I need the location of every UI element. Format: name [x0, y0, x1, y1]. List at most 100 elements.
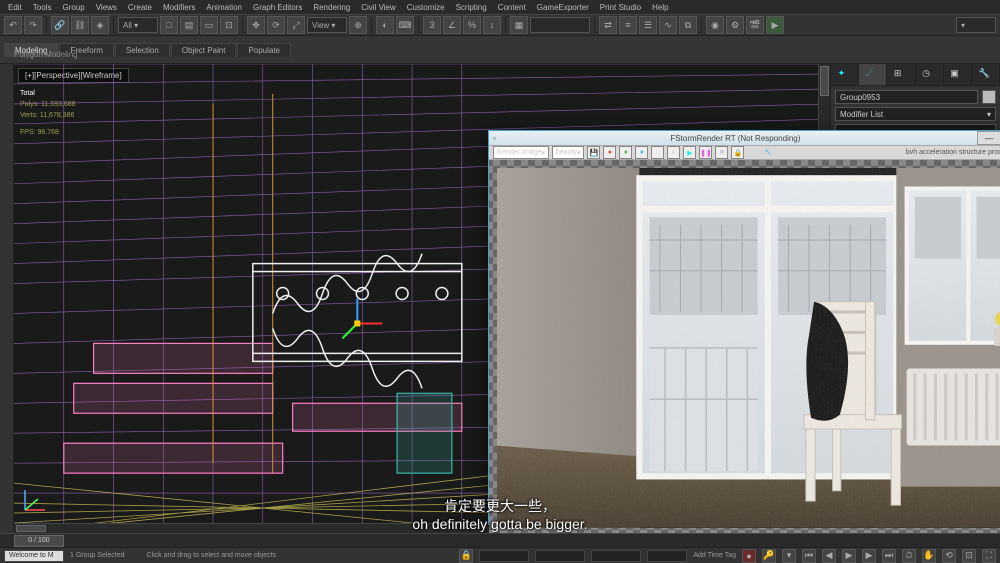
menu-rendering[interactable]: Rendering: [309, 3, 354, 12]
goto-end-button[interactable]: ⏭: [882, 549, 896, 563]
named-sel-button[interactable]: ▦: [510, 16, 528, 34]
link-button[interactable]: 🔗: [51, 16, 69, 34]
layers-button[interactable]: ☰: [639, 16, 657, 34]
workspace-dropdown[interactable]: ▾: [956, 17, 996, 33]
next-frame-button[interactable]: ▶: [862, 549, 876, 563]
render-titlebar[interactable]: ▫ FStormRender RT (Not Responding) — ☐ ✕: [489, 131, 1000, 146]
mirror-button[interactable]: ⇄: [599, 16, 617, 34]
menu-scripting[interactable]: Scripting: [452, 3, 491, 12]
orbit-view-button[interactable]: ⟲: [942, 549, 956, 563]
unlink-button[interactable]: ⛓: [71, 16, 89, 34]
menu-views[interactable]: Views: [92, 3, 121, 12]
render-window[interactable]: ▫ FStormRender RT (Not Responding) — ☐ ✕…: [488, 130, 1000, 525]
render-pass-dropdown[interactable]: beauty ▾: [552, 146, 585, 159]
material-editor-button[interactable]: ◉: [706, 16, 724, 34]
cmd-tab-utilities[interactable]: 🔧: [972, 64, 1000, 85]
play-button[interactable]: ▶: [683, 146, 696, 159]
object-name-field[interactable]: [835, 90, 978, 104]
schematic-button[interactable]: ⧉: [679, 16, 697, 34]
undo-button[interactable]: ↶: [4, 16, 22, 34]
pan-view-button[interactable]: ✋: [922, 549, 936, 563]
prev-frame-button[interactable]: ◀: [822, 549, 836, 563]
modifier-list-dropdown[interactable]: Modifier List▾: [835, 107, 996, 121]
select-manipulate-button[interactable]: ◐: [376, 16, 394, 34]
channel-g-button[interactable]: ●: [619, 146, 632, 159]
render-button[interactable]: ▶: [766, 16, 784, 34]
menu-tools[interactable]: Tools: [29, 3, 56, 12]
menu-civilview[interactable]: Civil View: [357, 3, 400, 12]
coord-x-field[interactable]: [479, 550, 529, 562]
time-slider-handle[interactable]: 0 / 100: [14, 535, 64, 547]
stop-button[interactable]: ■: [715, 146, 728, 159]
pivot-button[interactable]: ⊕: [349, 16, 367, 34]
cmd-tab-motion[interactable]: ◷: [916, 64, 944, 85]
menu-group[interactable]: Group: [58, 3, 88, 12]
coord-y-field[interactable]: [535, 550, 585, 562]
channel-mono-button[interactable]: ◐: [667, 146, 680, 159]
channel-b-button[interactable]: ●: [635, 146, 648, 159]
menu-modifiers[interactable]: Modifiers: [159, 3, 199, 12]
save-image-button[interactable]: 💾: [587, 146, 600, 159]
menu-gameexporter[interactable]: GameExporter: [533, 3, 593, 12]
angle-snap-button[interactable]: ∠: [443, 16, 461, 34]
render-frame-button[interactable]: 🎬: [746, 16, 764, 34]
menu-help[interactable]: Help: [648, 3, 672, 12]
key-filters-button[interactable]: ▾: [782, 549, 796, 563]
channel-a-button[interactable]: ○: [651, 146, 664, 159]
grid-field[interactable]: [647, 550, 687, 562]
menu-content[interactable]: Content: [494, 3, 530, 12]
play-anim-button[interactable]: ▶: [842, 549, 856, 563]
cmd-tab-hierarchy[interactable]: ⊞: [887, 64, 915, 85]
select-name-button[interactable]: ▤: [180, 16, 198, 34]
menu-printstudio[interactable]: Print Studio: [596, 3, 645, 12]
selection-filter-dropdown[interactable]: All ▾: [118, 17, 158, 33]
reference-coord-dropdown[interactable]: View ▾: [307, 17, 347, 33]
move-button[interactable]: ✥: [247, 16, 265, 34]
scale-button[interactable]: ⤢: [287, 16, 305, 34]
time-config-button[interactable]: ⏱: [902, 549, 916, 563]
time-slider[interactable]: 0 / 100: [14, 534, 830, 547]
pause-button[interactable]: ❚❚: [699, 146, 712, 159]
curve-editor-button[interactable]: ∿: [659, 16, 677, 34]
render-mode-dropdown[interactable]: Render Image ▾: [493, 146, 549, 159]
goto-start-button[interactable]: ⏮: [802, 549, 816, 563]
render-window-title: FStormRender RT (Not Responding): [496, 134, 975, 143]
render-setup-button[interactable]: ⚙: [726, 16, 744, 34]
add-time-tag[interactable]: Add Time Tag: [693, 552, 736, 559]
zoom-ext-button[interactable]: ⊡: [962, 549, 976, 563]
ribbon-tab-selection[interactable]: Selection: [115, 43, 170, 57]
menu-animation[interactable]: Animation: [202, 3, 246, 12]
named-sel-dropdown[interactable]: [530, 17, 590, 33]
bind-button[interactable]: ◈: [91, 16, 109, 34]
keyboard-button[interactable]: ⌨: [396, 16, 414, 34]
menu-create[interactable]: Create: [124, 3, 156, 12]
welcome-field: Welcome to M: [4, 550, 64, 562]
lock-button[interactable]: 🔒: [731, 146, 744, 159]
lock-ui-button[interactable]: 🔒: [459, 549, 473, 563]
spinner-snap-button[interactable]: ↕: [483, 16, 501, 34]
channel-r-button[interactable]: ●: [603, 146, 616, 159]
ribbon-tab-objectpaint[interactable]: Object Paint: [171, 43, 237, 57]
minimize-button[interactable]: —: [977, 131, 1000, 145]
autokey-button[interactable]: ●: [742, 549, 756, 563]
cmd-tab-modify[interactable]: ☄: [859, 64, 887, 85]
rotate-button[interactable]: ⟳: [267, 16, 285, 34]
object-color-swatch[interactable]: [982, 90, 996, 104]
timeline[interactable]: 0 / 100: [0, 533, 1000, 547]
window-crossing-button[interactable]: ⊡: [220, 16, 238, 34]
percent-snap-button[interactable]: %: [463, 16, 481, 34]
cmd-tab-display[interactable]: ▣: [944, 64, 972, 85]
menu-grapheditors[interactable]: Graph Editors: [249, 3, 306, 12]
ribbon-tab-populate[interactable]: Populate: [237, 43, 291, 57]
coord-z-field[interactable]: [591, 550, 641, 562]
max-viewport-button[interactable]: ⛶: [982, 549, 996, 563]
menu-edit[interactable]: Edit: [4, 3, 26, 12]
menu-customize[interactable]: Customize: [403, 3, 449, 12]
snap-3d-button[interactable]: 3: [423, 16, 441, 34]
redo-button[interactable]: ↷: [24, 16, 42, 34]
select-button[interactable]: □: [160, 16, 178, 34]
setkey-button[interactable]: 🔑: [762, 549, 776, 563]
cmd-tab-create[interactable]: ✦: [831, 64, 859, 85]
select-region-button[interactable]: ▭: [200, 16, 218, 34]
align-button[interactable]: ≡: [619, 16, 637, 34]
